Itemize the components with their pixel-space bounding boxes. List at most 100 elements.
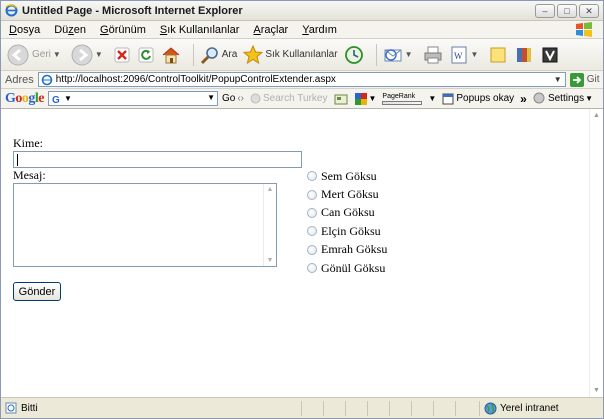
refresh-icon — [138, 47, 154, 62]
news-icon — [334, 94, 347, 104]
forward-arrow-icon — [71, 44, 93, 65]
google-go-button[interactable]: Go ‹› — [222, 93, 244, 104]
menu-item-yardim[interactable]: Yardım — [302, 24, 337, 36]
standard-toolbar: Geri ▼ ▼ Ara Sık Kullanılanlar ▼ W ▼ — [1, 39, 603, 71]
star-icon — [243, 44, 264, 64]
window-title: Untitled Page - Microsoft Internet Explo… — [22, 4, 243, 17]
status-bar: Bitti Yerel intranet — [1, 397, 603, 418]
radio-button[interactable] — [307, 244, 317, 255]
recipient-label: Emrah Göksu — [321, 242, 388, 257]
google-news-button[interactable] — [334, 93, 348, 105]
notes-icon — [490, 47, 506, 62]
radio-button[interactable] — [307, 189, 317, 200]
page-icon — [41, 74, 53, 85]
intranet-globe-icon — [484, 402, 497, 415]
pagerank-bar — [382, 100, 423, 105]
google-search-input[interactable]: G ▼ ▼ — [48, 91, 218, 106]
chevron-down-icon: ▼ — [368, 94, 377, 103]
refresh-button[interactable] — [137, 42, 155, 68]
to-input[interactable] — [13, 151, 302, 168]
menu-item-gorunum[interactable]: Görünüm — [100, 24, 146, 36]
page-scrollbar[interactable]: ▲ ▼ — [589, 109, 603, 397]
recipient-option[interactable]: Elçin Göksu — [307, 222, 387, 240]
chevron-down-icon[interactable]: ▼ — [428, 94, 436, 103]
radio-button[interactable] — [307, 226, 317, 237]
toolbar-separator — [192, 43, 194, 66]
send-button[interactable]: Gönder — [13, 282, 61, 301]
recipient-label: Can Göksu — [321, 205, 375, 220]
recipient-label: Sem Göksu — [321, 168, 377, 183]
word-icon: W — [451, 46, 466, 63]
pagerank-label: PageRank — [382, 92, 416, 100]
radio-button[interactable] — [307, 207, 317, 218]
maximize-button[interactable]: □ — [557, 4, 577, 18]
title-bar: Untitled Page - Microsoft Internet Explo… — [1, 1, 603, 21]
page-content: Kime: Mesaj: ▲ ▼ Sem Göksu Mert Göksu Ca… — [1, 109, 603, 397]
page-done-icon — [5, 402, 17, 414]
minimize-button[interactable]: – — [535, 4, 555, 18]
search-button[interactable]: Ara — [200, 42, 237, 68]
browser-window: Untitled Page - Microsoft Internet Explo… — [0, 0, 604, 419]
history-button[interactable] — [344, 42, 364, 68]
recipient-option[interactable]: Gönül Göksu — [307, 259, 387, 277]
security-zone[interactable]: Yerel intranet — [479, 401, 559, 416]
settings-button[interactable]: Settings ▼ — [533, 92, 593, 104]
forward-button[interactable]: ▼ — [71, 42, 107, 68]
menu-item-dosya[interactable]: Dosya — [9, 24, 40, 36]
popup-blocker-button[interactable]: Popups okay — [442, 93, 514, 105]
edit-button[interactable]: W ▼ — [449, 42, 483, 68]
chevron-down-icon: ▼ — [94, 50, 103, 59]
go-button[interactable]: Git — [569, 72, 600, 87]
back-button[interactable]: Geri ▼ — [7, 42, 65, 68]
scroll-up-icon[interactable]: ▲ — [590, 109, 603, 122]
research-button[interactable] — [514, 42, 534, 68]
menu-item-araclar[interactable]: Araçlar — [253, 24, 288, 36]
chevron-down-icon[interactable]: ▼ — [551, 73, 565, 86]
recipient-label: Elçin Göksu — [321, 223, 381, 238]
notes-button[interactable] — [488, 42, 508, 68]
mail-button[interactable]: ▼ — [383, 42, 417, 68]
pagerank-indicator[interactable]: PageRank — [382, 92, 423, 105]
stop-button[interactable] — [113, 42, 131, 68]
radio-button[interactable] — [307, 171, 317, 182]
recipient-option[interactable]: Can Göksu — [307, 204, 387, 222]
status-cell — [367, 401, 389, 416]
google-g-icon: G — [52, 95, 60, 105]
messenger-button[interactable] — [540, 42, 560, 68]
favorites-button[interactable]: Sık Kullanılanlar — [243, 42, 338, 68]
scroll-down-icon[interactable]: ▼ — [590, 384, 603, 397]
recipient-option[interactable]: Sem Göksu — [307, 167, 387, 185]
google-tools-button[interactable]: ▼ — [354, 92, 377, 106]
message-textarea[interactable]: ▲ ▼ — [13, 183, 277, 267]
address-input[interactable]: http://localhost:2096/ControlToolkit/Pop… — [37, 72, 566, 87]
mail-icon — [384, 48, 402, 61]
status-cell — [455, 401, 477, 416]
menu-bar: Dosya Düzen Görünüm Sık Kullanılanlar Ar… — [1, 21, 603, 39]
recipient-option[interactable]: Emrah Göksu — [307, 241, 387, 259]
menu-item-sik-kullanilanlar[interactable]: Sık Kullanılanlar — [160, 24, 240, 36]
ie-logo-icon — [5, 4, 18, 17]
recipient-option[interactable]: Mert Göksu — [307, 185, 387, 203]
zone-label: Yerel intranet — [500, 403, 559, 414]
search-country-label: Search Turkey — [263, 93, 328, 104]
status-cell — [323, 401, 345, 416]
close-button[interactable]: ✕ — [579, 4, 599, 18]
chevron-down-icon[interactable]: ▼ — [207, 93, 215, 102]
globe-icon — [250, 93, 261, 104]
menu-item-duzen[interactable]: Düzen — [54, 24, 86, 36]
search-country-button[interactable]: Search Turkey — [250, 93, 328, 104]
print-button[interactable] — [423, 42, 443, 68]
settings-icon — [533, 92, 545, 104]
status-cell — [389, 401, 411, 416]
go-label: Git — [586, 74, 600, 85]
chevron-down-icon: ▼ — [64, 94, 72, 103]
status-cell — [411, 401, 433, 416]
textarea-scrollbar[interactable]: ▲ ▼ — [263, 184, 276, 266]
home-button[interactable] — [161, 42, 181, 68]
google-go-label: Go — [222, 93, 236, 104]
more-buttons-chevron[interactable]: » — [520, 92, 527, 106]
text-caret — [17, 154, 18, 166]
message-label: Mesaj: — [13, 168, 46, 182]
radio-button[interactable] — [307, 263, 317, 274]
chevron-down-icon: ▼ — [52, 50, 61, 59]
